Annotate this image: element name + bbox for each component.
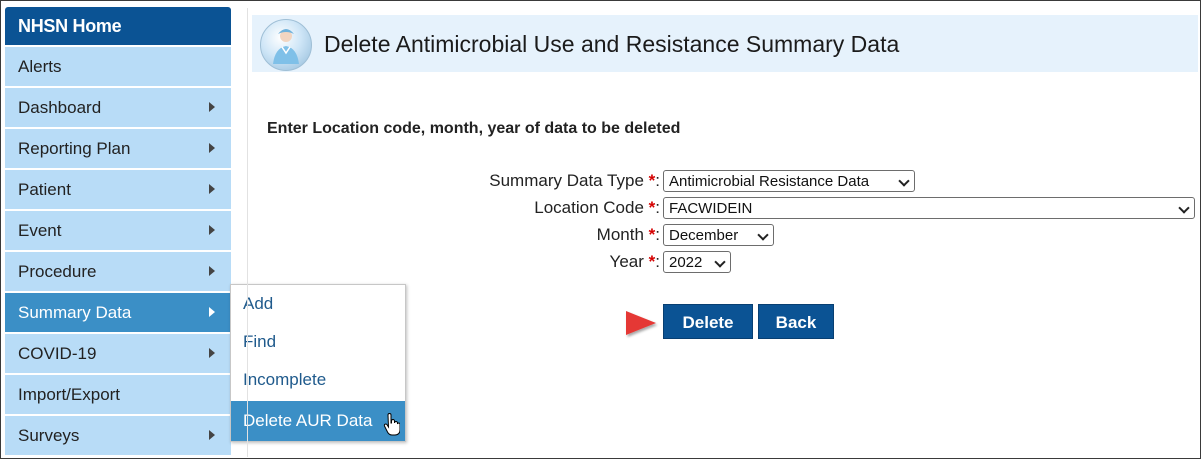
field-label: Year *:: [609, 252, 660, 271]
sidebar-item-label: Reporting Plan: [18, 139, 131, 158]
sidebar-nav: NHSN Home Alerts Dashboard Reporting Pla…: [5, 7, 231, 455]
nav-home[interactable]: NHSN Home: [5, 7, 231, 45]
select-value: December: [669, 227, 739, 244]
chevron-right-icon: [209, 143, 215, 153]
sidebar-item-label: Event: [18, 221, 62, 240]
summary-data-submenu: Add Find Incomplete Delete AUR Data: [230, 284, 406, 442]
sidebar-item-covid-19[interactable]: COVID-19: [5, 334, 231, 373]
clinician-logo-icon: [260, 19, 312, 71]
sidebar-item-label: Alerts: [18, 57, 62, 76]
select-value: 2022: [669, 254, 703, 271]
field-row-summary-type: Summary Data Type *:: [300, 170, 660, 194]
select-value: Antimicrobial Resistance Data: [669, 173, 870, 190]
location-code-select[interactable]: FACWIDEIN: [663, 197, 1195, 219]
sidebar-item-label: Import/Export: [18, 385, 121, 404]
field-label: Summary Data Type *:: [489, 171, 660, 190]
sidebar-item-label: Surveys: [18, 426, 80, 445]
sidebar-item-label: Summary Data: [18, 303, 132, 322]
field-label-text: Month: [596, 225, 644, 244]
chevron-down-icon: [898, 175, 910, 187]
field-label: Month *:: [596, 225, 660, 244]
sidebar-item-reporting-plan[interactable]: Reporting Plan: [5, 129, 231, 168]
sidebar-item-patient[interactable]: Patient: [5, 170, 231, 209]
chevron-right-icon: [209, 102, 215, 112]
annotation-arrow-icon: [573, 311, 656, 335]
delete-button[interactable]: Delete: [663, 304, 753, 339]
sidebar-item-dashboard[interactable]: Dashboard: [5, 88, 231, 127]
chevron-right-icon: [209, 225, 215, 235]
sidebar-item-label: Procedure: [18, 262, 97, 281]
submenu-item-find[interactable]: Find: [231, 323, 405, 361]
sidebar-item-surveys[interactable]: Surveys: [5, 416, 231, 455]
select-value: FACWIDEIN: [669, 200, 753, 217]
field-label-text: Summary Data Type: [489, 171, 644, 190]
chevron-down-icon: [714, 256, 726, 268]
content-divider: [247, 8, 248, 457]
chevron-right-icon: [209, 266, 215, 276]
chevron-right-icon: [209, 184, 215, 194]
chevron-right-icon: [209, 430, 215, 440]
page-header: Delete Antimicrobial Use and Resistance …: [252, 15, 1198, 72]
required-marker: *: [648, 252, 656, 271]
back-button[interactable]: Back: [758, 304, 834, 339]
sidebar-item-import-export[interactable]: Import/Export: [5, 375, 231, 414]
page-title: Delete Antimicrobial Use and Resistance …: [324, 31, 900, 57]
sidebar-item-event[interactable]: Event: [5, 211, 231, 250]
field-row-month: Month *:: [300, 224, 660, 248]
submenu-item-label: Delete AUR Data: [243, 411, 373, 430]
required-marker: *: [648, 198, 656, 217]
required-marker: *: [648, 171, 656, 190]
sidebar-item-alerts[interactable]: Alerts: [5, 47, 231, 86]
form-instruction: Enter Location code, month, year of data…: [267, 120, 681, 137]
sidebar-item-label: Dashboard: [18, 98, 102, 117]
field-label-text: Year: [609, 252, 644, 271]
submenu-item-incomplete[interactable]: Incomplete: [231, 361, 405, 399]
month-select[interactable]: December: [663, 224, 774, 246]
chevron-down-icon: [1178, 202, 1190, 214]
chevron-down-icon: [757, 229, 769, 241]
hand-pointer-icon: [383, 413, 400, 436]
year-select[interactable]: 2022: [663, 251, 731, 273]
chevron-right-icon: [209, 307, 215, 317]
field-row-location-code: Location Code *:: [300, 197, 660, 221]
sidebar-item-procedure[interactable]: Procedure: [5, 252, 231, 291]
submenu-item-delete-aur-data[interactable]: Delete AUR Data: [231, 401, 405, 441]
summary-data-type-select[interactable]: Antimicrobial Resistance Data: [663, 170, 915, 192]
sidebar-item-label: Patient: [18, 180, 71, 199]
field-row-year: Year *:: [300, 251, 660, 275]
field-label-text: Location Code: [534, 198, 644, 217]
required-marker: *: [648, 225, 656, 244]
sidebar-item-label: COVID-19: [18, 344, 97, 363]
submenu-item-add[interactable]: Add: [231, 285, 405, 323]
sidebar-item-summary-data[interactable]: Summary Data: [5, 293, 231, 332]
field-label: Location Code *:: [534, 198, 660, 217]
chevron-right-icon: [209, 348, 215, 358]
